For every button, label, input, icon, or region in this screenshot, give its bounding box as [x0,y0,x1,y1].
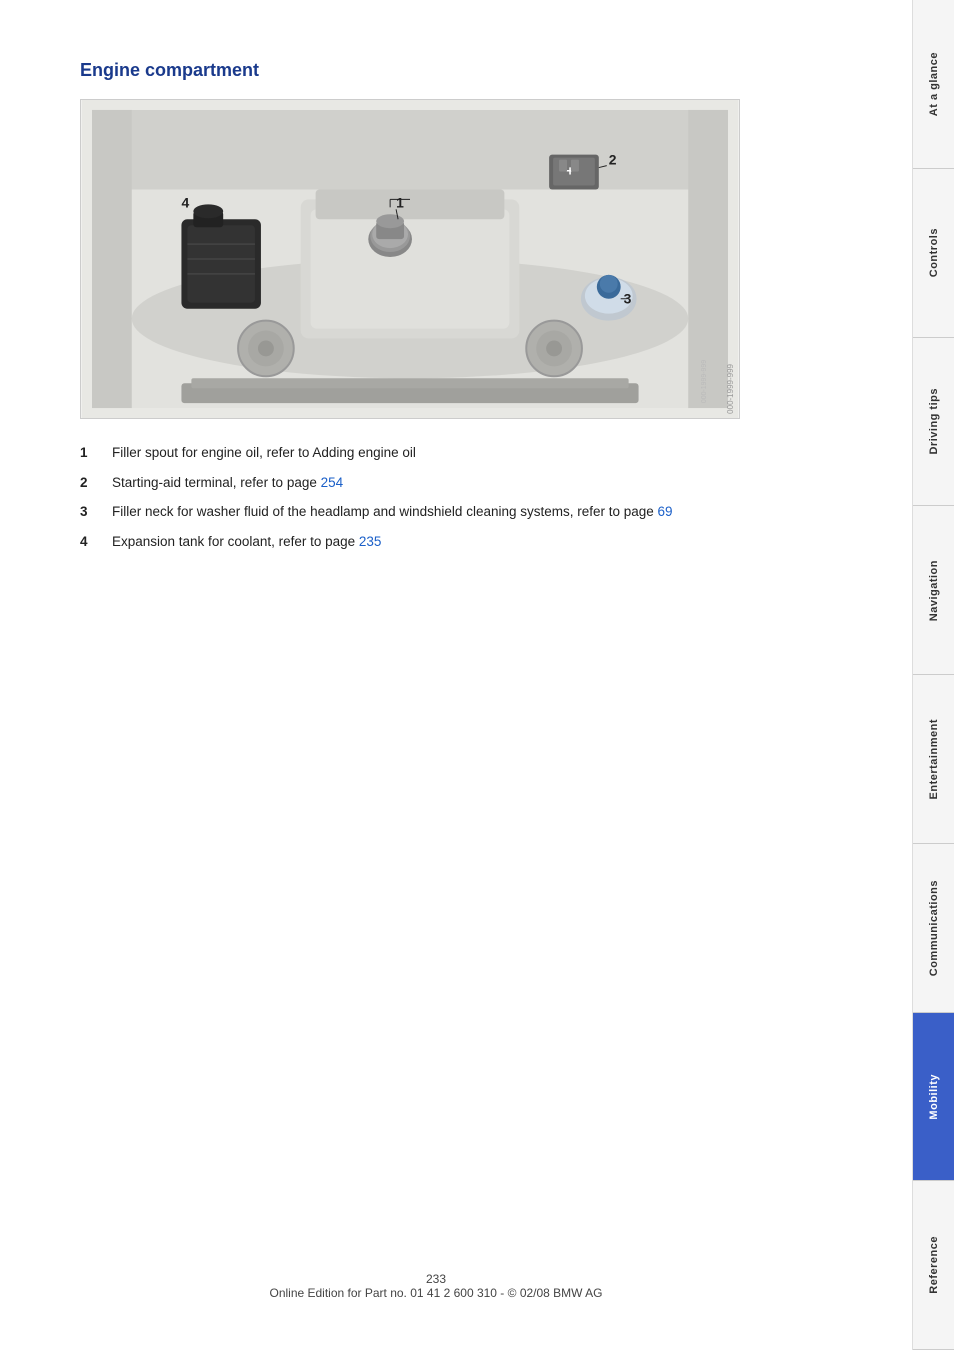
svg-text:1: 1 [396,194,404,210]
sidebar-tab-reference[interactable]: Reference [913,1181,954,1350]
list-item: 3 Filler neck for washer fluid of the he… [80,502,862,522]
svg-text:000-1999-999: 000-1999-999 [701,360,708,403]
page-container: Engine compartment [0,0,954,1350]
sidebar-tab-communications[interactable]: Communications [913,844,954,1013]
item-text-4: Expansion tank for coolant, refer to pag… [112,532,381,552]
item-number-4: 4 [80,532,108,552]
item-number-3: 3 [80,502,108,522]
sidebar-tab-label: Reference [928,1236,940,1294]
sidebar-tab-controls[interactable]: Controls [913,169,954,338]
list-item: 4 Expansion tank for coolant, refer to p… [80,532,862,552]
list-item: 2 Starting-aid terminal, refer to page 2… [80,473,862,493]
image-credit: 000-1999-999 [726,364,735,414]
sidebar-tab-label: Driving tips [928,388,940,455]
page-link-235[interactable]: 235 [359,534,382,549]
sidebar-tab-label: Navigation [928,560,940,621]
item-number-2: 2 [80,473,108,493]
section-title: Engine compartment [80,60,862,81]
sidebar-tab-label: Mobility [928,1074,940,1120]
page-footer: 233 Online Edition for Part no. 01 41 2 … [0,1272,872,1300]
svg-text:2: 2 [609,152,617,168]
list-item: 1 Filler spout for engine oil, refer to … [80,443,862,463]
sidebar-tab-navigation[interactable]: Navigation [913,506,954,675]
item-text-3: Filler neck for washer fluid of the head… [112,502,673,522]
sidebar-tab-driving-tips[interactable]: Driving tips [913,338,954,507]
item-text-2: Starting-aid terminal, refer to page 254 [112,473,343,493]
page-number: 233 [0,1272,872,1286]
sidebar-tab-at-a-glance[interactable]: At a glance [913,0,954,169]
sidebar-tab-mobility[interactable]: Mobility [913,1013,954,1182]
svg-text:4: 4 [181,194,189,210]
page-link-254[interactable]: 254 [321,475,344,490]
engine-image: 1 + 2 [80,99,740,419]
sidebar-tab-entertainment[interactable]: Entertainment [913,675,954,844]
item-text-1: Filler spout for engine oil, refer to Ad… [112,443,416,463]
item-list: 1 Filler spout for engine oil, refer to … [80,443,862,551]
right-sidebar: At a glance Controls Driving tips Naviga… [912,0,954,1350]
sidebar-tab-label: Communications [928,880,940,976]
sidebar-tab-label: At a glance [928,52,940,116]
item-number-1: 1 [80,443,108,463]
sidebar-tab-label: Controls [928,228,940,277]
sidebar-tab-label: Entertainment [928,719,940,799]
page-link-69[interactable]: 69 [658,504,673,519]
main-content: Engine compartment [0,0,912,1350]
footer-text: Online Edition for Part no. 01 41 2 600 … [0,1286,872,1300]
